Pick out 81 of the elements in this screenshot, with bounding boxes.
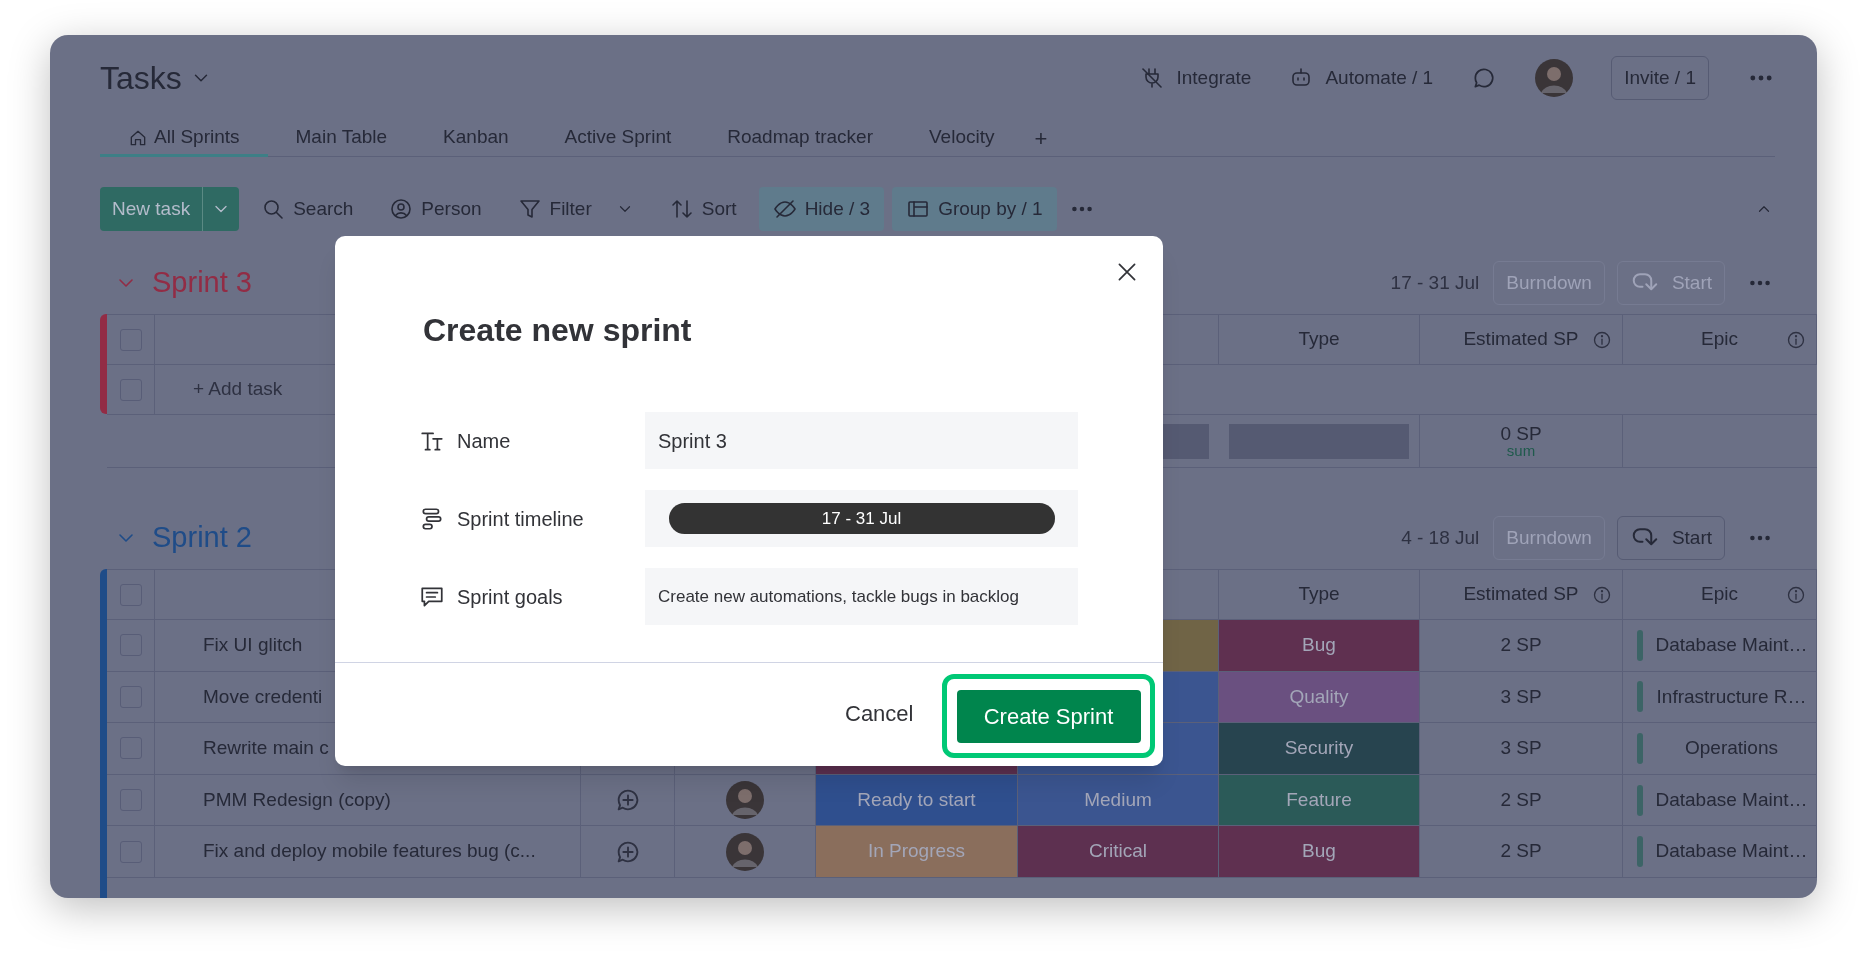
estimate-cell: 3 SP bbox=[1420, 723, 1623, 775]
task-name: Fix and deploy mobile features bug (c... bbox=[155, 826, 581, 878]
avatar[interactable] bbox=[1535, 59, 1574, 97]
status-cell[interactable]: Ready to start bbox=[816, 774, 1018, 827]
info-icon[interactable] bbox=[1592, 329, 1612, 350]
column-header: Estimated SP bbox=[1463, 582, 1579, 607]
timeline-pill: 17 - 31 Jul bbox=[668, 503, 1055, 534]
input-field[interactable]: Create new automations, tackle bugs in backlog bbox=[645, 568, 1078, 625]
input-field[interactable]: Sprint 3 bbox=[645, 412, 1078, 469]
filter-icon bbox=[517, 197, 542, 221]
filter-button[interactable]: Filter bbox=[503, 187, 648, 231]
type-cell[interactable]: Quality bbox=[1219, 671, 1420, 724]
column-header: Epic bbox=[1701, 582, 1738, 607]
epic-color-bar bbox=[1637, 733, 1643, 764]
view-tab[interactable]: Roadmap tracker bbox=[699, 121, 901, 156]
date-range: 17 - 31 Jul bbox=[1390, 270, 1480, 295]
new-task-button[interactable]: New task bbox=[100, 187, 240, 231]
date-range: 4 - 18 Jul bbox=[1401, 525, 1480, 550]
start-button[interactable]: Start bbox=[1616, 516, 1725, 560]
sort-icon bbox=[669, 197, 694, 221]
type-cell[interactable]: Feature bbox=[1219, 774, 1420, 827]
field-label: Sprint timeline bbox=[457, 506, 584, 532]
plug-icon bbox=[1140, 66, 1165, 90]
view-tab[interactable]: All Sprints bbox=[100, 121, 268, 157]
person-icon bbox=[389, 197, 414, 221]
type-cell[interactable]: Bug bbox=[1219, 620, 1420, 672]
estimate-cell: 2 SP bbox=[1420, 774, 1623, 827]
priority-cell[interactable]: Medium bbox=[1018, 774, 1219, 827]
board-title: Tasks bbox=[100, 59, 182, 98]
estimate-cell: 2 SP bbox=[1420, 826, 1623, 878]
sort-button[interactable]: Sort bbox=[655, 187, 751, 231]
person-button[interactable]: Person bbox=[375, 187, 496, 231]
group-title[interactable]: Sprint 3 bbox=[152, 261, 252, 305]
view-tab[interactable]: Main Table bbox=[267, 121, 416, 156]
info-icon[interactable] bbox=[1786, 329, 1806, 350]
automate-button[interactable]: Automate / 1 bbox=[1289, 63, 1434, 93]
epic-color-bar bbox=[1637, 784, 1643, 816]
epic-label: Database Maint… bbox=[1654, 787, 1809, 812]
view-tab[interactable]: Velocity bbox=[901, 121, 1023, 156]
hide-button[interactable]: Hide / 3 bbox=[758, 187, 885, 231]
epic-label: Database Maint… bbox=[1654, 839, 1809, 864]
group-title[interactable]: Sprint 2 bbox=[152, 516, 252, 560]
epic-label: Database Maint… bbox=[1654, 633, 1809, 658]
estimate-cell: 3 SP bbox=[1420, 671, 1623, 724]
view-tab[interactable]: Active Sprint bbox=[536, 121, 700, 156]
column-header: Type bbox=[1298, 582, 1340, 607]
invite-button[interactable]: Invite / 1 bbox=[1611, 56, 1709, 100]
column-header: Type bbox=[1298, 327, 1340, 352]
add-task-button[interactable]: + Add task bbox=[193, 375, 283, 404]
create-sprint-button[interactable]: Create Sprint bbox=[956, 689, 1141, 743]
avatar[interactable] bbox=[726, 781, 764, 820]
type-cell[interactable]: Security bbox=[1219, 723, 1420, 775]
view-tab[interactable]: Kanban bbox=[415, 121, 537, 156]
integrate-button[interactable]: Integrate bbox=[1140, 63, 1252, 93]
estimate-cell: 2 SP bbox=[1420, 620, 1623, 672]
avatar[interactable] bbox=[726, 832, 764, 871]
search-button[interactable]: Search bbox=[247, 187, 368, 231]
field-label: Name bbox=[457, 428, 511, 454]
eye-slash-icon bbox=[772, 197, 797, 221]
task-name: PMM Redesign (copy) bbox=[155, 774, 581, 827]
info-icon[interactable] bbox=[1592, 584, 1612, 605]
status-cell[interactable]: In Progress bbox=[816, 826, 1018, 878]
epic-color-bar bbox=[1637, 836, 1643, 868]
sum-value: 0 SP bbox=[1500, 424, 1542, 443]
column-header: Epic bbox=[1701, 327, 1738, 352]
priority-cell[interactable]: Critical bbox=[1018, 826, 1219, 878]
add-view-button[interactable]: + bbox=[1022, 121, 1060, 156]
sum-caption: sum bbox=[1506, 443, 1536, 458]
column-header: Estimated SP bbox=[1463, 327, 1579, 352]
dialog-title: Create new sprint bbox=[423, 311, 692, 350]
timeline-field[interactable]: 17 - 31 Jul bbox=[645, 490, 1078, 547]
group-button[interactable]: Group by / 1 bbox=[892, 187, 1057, 231]
epic-color-bar bbox=[1637, 629, 1643, 661]
epic-label: Infrastructure R… bbox=[1655, 684, 1808, 709]
type-cell[interactable]: Bug bbox=[1219, 826, 1420, 878]
epic-label: Operations bbox=[1684, 736, 1779, 761]
cancel-button[interactable]: Cancel bbox=[845, 697, 914, 730]
info-icon[interactable] bbox=[1786, 584, 1806, 605]
epic-color-bar bbox=[1637, 681, 1643, 713]
field-label: Sprint goals bbox=[457, 584, 563, 610]
search-icon bbox=[261, 197, 286, 221]
